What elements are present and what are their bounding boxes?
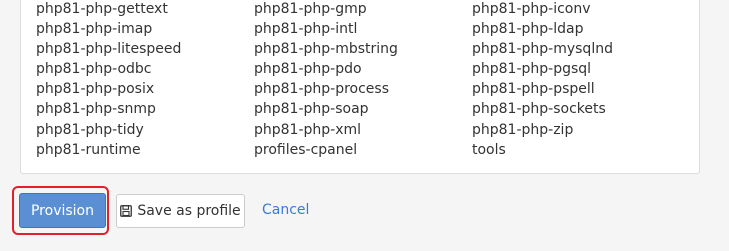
package-item: php81-php-posix	[36, 81, 155, 98]
package-item: php81-php-gettext	[36, 1, 168, 17]
package-grid: php81-php-gettext php81-php-gmp php81-php-…	[36, 0, 690, 160]
page: php81-php-gettext php81-php-gmp php81-php-…	[0, 0, 729, 251]
package-item: php81-php-pdo	[254, 61, 362, 78]
package-item: php81-php-litespeed	[36, 41, 182, 58]
package-item: php81-php-sockets	[472, 101, 606, 118]
package-item: php81-php-iconv	[472, 1, 591, 17]
package-item: php81-php-odbc	[36, 61, 152, 78]
package-item: php81-php-soap	[254, 101, 369, 118]
package-item: php81-php-xml	[254, 121, 362, 138]
package-item: php81-php-tidy	[36, 121, 144, 138]
package-item: profiles-cpanel	[254, 141, 358, 158]
package-item: php81-php-zip	[472, 121, 574, 138]
action-bar: Provision Save as profile Cancel	[0, 185, 729, 237]
package-item: php81-php-intl	[254, 21, 358, 38]
provision-button[interactable]: Provision	[19, 193, 106, 228]
package-item: php81-php-snmp	[36, 101, 156, 118]
package-item: php81-php-ldap	[472, 21, 584, 38]
save-as-profile-button[interactable]: Save as profile	[116, 194, 245, 228]
package-item: php81-php-imap	[36, 21, 153, 38]
provision-button-label: Provision	[30, 202, 94, 219]
save-as-profile-label: Save as profile	[137, 203, 241, 219]
package-item: php81-php-process	[254, 81, 390, 98]
package-item: php81-php-gmp	[254, 1, 367, 17]
package-item: php81-php-pspell	[472, 81, 595, 98]
cancel-link[interactable]: Cancel	[262, 202, 309, 218]
package-item: php81-php-mysqlnd	[472, 41, 613, 58]
package-item: php81-runtime	[36, 141, 141, 158]
package-item: php81-php-mbstring	[254, 41, 398, 58]
package-item: tools	[472, 141, 506, 158]
floppy-disk-icon	[120, 205, 133, 217]
package-item: php81-php-pgsql	[472, 61, 592, 78]
